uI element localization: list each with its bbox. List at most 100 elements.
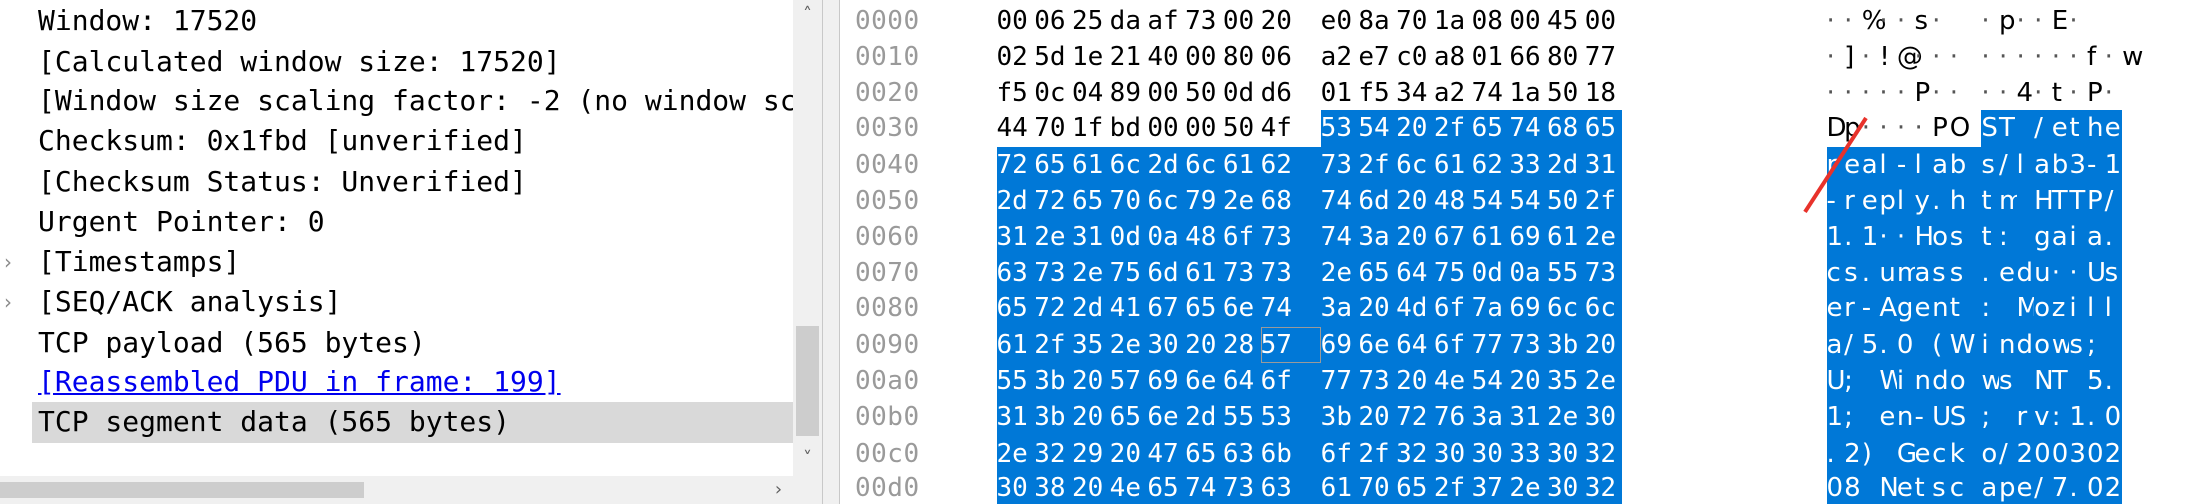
ascii-char[interactable]: p — [1999, 3, 2017, 39]
hex-byte[interactable]: 20 — [1358, 399, 1397, 436]
ascii-char[interactable]: · — [1932, 75, 1950, 111]
scroll-down-icon[interactable]: ˅ — [793, 444, 822, 473]
hex-byte[interactable]: 4e — [1433, 362, 1472, 400]
hex-byte[interactable]: f5 — [1358, 75, 1396, 111]
ascii-char[interactable] — [1879, 435, 1897, 472]
ascii-char[interactable]: · — [1827, 39, 1845, 75]
ascii-char[interactable]: 2 — [2104, 470, 2123, 504]
hex-byte[interactable]: 3b — [1320, 399, 1359, 436]
ascii-char[interactable]: p — [1998, 470, 2017, 504]
ascii-char[interactable]: d — [2016, 255, 2035, 292]
detail-row[interactable]: [Reassembled PDU in frame: 199] — [0, 362, 793, 402]
hex-byte[interactable]: 20 — [1071, 399, 1110, 436]
hex-byte[interactable]: 61 — [996, 326, 1035, 363]
ascii-char[interactable]: . — [1879, 326, 1897, 363]
hex-byte[interactable]: 2e — [996, 435, 1035, 472]
hex-byte[interactable]: 32 — [1034, 435, 1072, 472]
ascii-char[interactable]: f — [2087, 39, 2105, 75]
hex-byte[interactable]: 6f — [1433, 326, 1472, 363]
ascii-char[interactable]: E — [2052, 3, 2070, 39]
ascii-char[interactable]: / — [1844, 326, 1862, 363]
hex-byte[interactable]: 2d — [1071, 290, 1110, 327]
ascii-char[interactable]: i — [1896, 362, 1915, 400]
detail-row[interactable]: [Window size scaling factor: -2 (no wind… — [0, 81, 793, 121]
ascii-char[interactable]: o — [1949, 362, 1982, 400]
ascii-char[interactable]: n — [1896, 399, 1915, 436]
hex-byte[interactable]: 61 — [1547, 219, 1585, 256]
hex-byte[interactable]: 54 — [1509, 182, 1548, 220]
ascii-char[interactable]: w — [2051, 326, 2073, 363]
ascii-char[interactable]: s — [2104, 255, 2123, 292]
hex-byte[interactable]: 01 — [1321, 75, 1359, 111]
hex-byte[interactable]: 32 — [1584, 470, 1623, 504]
hex-byte[interactable]: 65 — [1109, 399, 1148, 436]
hex-byte[interactable]: 31 — [996, 399, 1035, 436]
ascii-char[interactable] — [1998, 290, 2017, 327]
ascii-char[interactable]: S — [1949, 399, 1982, 436]
hex-byte[interactable]: 64 — [1222, 362, 1261, 400]
hex-byte[interactable]: 31 — [996, 219, 1035, 256]
ascii-char[interactable]: s — [1932, 470, 1950, 504]
ascii-char[interactable]: i — [1981, 326, 1999, 363]
ascii-char[interactable]: T — [1998, 110, 2017, 147]
ascii-char[interactable]: t — [2069, 110, 2087, 147]
ascii-char[interactable]: 0 — [1896, 326, 1915, 363]
hex-byte[interactable]: 68 — [1547, 110, 1585, 147]
ascii-char[interactable]: T — [2051, 182, 2070, 220]
ascii-char[interactable]: P — [2087, 75, 2105, 111]
hex-byte[interactable]: 69 — [1147, 362, 1186, 400]
ascii-char[interactable]: S — [1981, 110, 1999, 147]
hex-byte[interactable]: 20 — [1071, 362, 1110, 400]
hex-byte[interactable]: 6f — [1320, 435, 1359, 472]
ascii-char[interactable]: : — [1998, 219, 2017, 256]
ascii-char[interactable]: - — [2086, 146, 2105, 183]
hex-byte[interactable]: 47 — [1147, 435, 1186, 472]
hex-byte[interactable]: 20 — [1584, 326, 1623, 363]
hex-byte[interactable]: 6c — [1109, 146, 1148, 183]
ascii-char[interactable]: . — [2104, 219, 2123, 256]
ascii-char[interactable]: · — [2034, 3, 2052, 39]
hex-byte[interactable]: 2e — [1584, 219, 1623, 256]
ascii-char[interactable]: l — [1896, 182, 1915, 220]
hex-byte[interactable]: 61 — [1471, 219, 1510, 256]
hex-byte[interactable]: 2e — [1034, 219, 1072, 256]
hex-byte[interactable]: 3b — [1034, 399, 1072, 436]
ascii-char[interactable]: · — [1915, 39, 1933, 75]
ascii-char[interactable]: · — [1879, 110, 1897, 146]
hex-byte[interactable]: 6b — [1260, 435, 1321, 472]
ascii-char[interactable]: ) — [1861, 435, 1880, 472]
hex-byte[interactable]: 73 — [1358, 362, 1397, 400]
ascii-char[interactable]: e — [2051, 110, 2070, 147]
hex-byte[interactable]: 8a — [1358, 3, 1396, 39]
details-vertical-scrollbar[interactable]: ˄ ˅ — [793, 0, 822, 476]
hex-byte[interactable]: 7a — [1471, 290, 1510, 327]
hex-byte[interactable]: 20 — [1396, 219, 1434, 256]
ascii-char[interactable]: · — [1981, 75, 1999, 111]
hex-byte[interactable]: 73 — [1260, 255, 1321, 292]
ascii-char[interactable]: · — [1897, 3, 1915, 39]
ascii-char[interactable]: e — [2016, 470, 2035, 504]
hex-byte[interactable]: 73 — [1509, 326, 1548, 363]
hex-byte[interactable]: 30 — [1433, 435, 1472, 472]
ascii-char[interactable]: M — [2016, 290, 2039, 327]
hex-byte[interactable]: 65 — [1071, 182, 1110, 220]
ascii-char[interactable]: - — [1826, 182, 1845, 220]
hex-byte[interactable]: 00 — [1185, 39, 1223, 75]
ascii-char[interactable]: U — [1826, 362, 1846, 400]
ascii-char[interactable]: · — [1827, 75, 1845, 111]
ascii-char[interactable]: a — [2051, 219, 2070, 256]
ascii-char[interactable]: · — [1844, 75, 1862, 111]
ascii-char[interactable]: · — [2105, 39, 2123, 75]
hex-byte[interactable]: 54 — [1471, 362, 1510, 400]
ascii-char[interactable]: n — [1914, 362, 1933, 400]
ascii-char[interactable]: H — [2034, 182, 2054, 220]
ascii-char[interactable]: @ — [1897, 39, 1923, 75]
hex-byte[interactable]: 72 — [996, 146, 1035, 183]
ascii-char[interactable]: l — [1879, 146, 1897, 183]
hex-byte[interactable]: 6e — [1185, 362, 1223, 400]
hex-byte[interactable]: 73 — [1222, 470, 1261, 504]
ascii-char[interactable]: N — [2034, 362, 2054, 400]
ascii-char[interactable]: a — [1981, 470, 1999, 504]
scroll-right-icon[interactable]: › — [764, 476, 793, 504]
ascii-char[interactable]: s — [1915, 3, 1933, 39]
